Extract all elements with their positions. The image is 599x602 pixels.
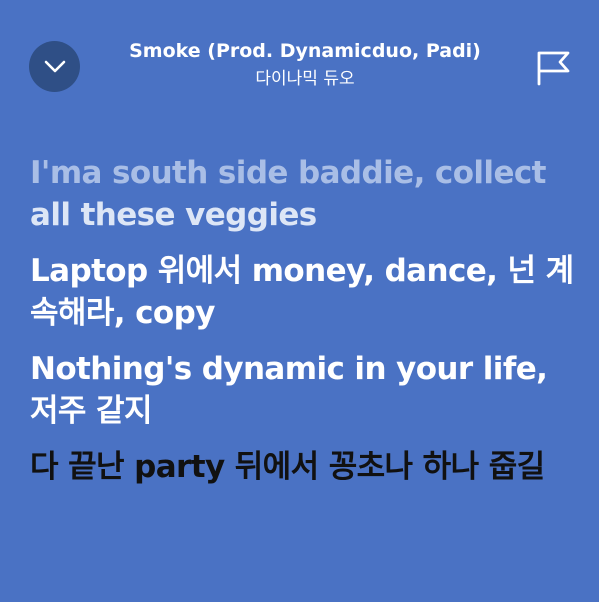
lyric-line[interactable]: Nothing's dynamic in your life, 저주 같지 — [30, 348, 585, 432]
lyrics-panel: I'ma south side baddie, collect all thes… — [30, 152, 585, 502]
track-info: Smoke (Prod. Dynamicduo, Padi) 다이나믹 듀오 — [100, 36, 510, 92]
lyric-upcoming-part: all these veggies — [30, 197, 317, 233]
artist-name: 다이나믹 듀오 — [255, 69, 355, 89]
lyric-line[interactable]: Laptop 위에서 money, dance, 넌 계속해라, copy — [30, 250, 585, 334]
lyric-sung-part: I'ma south side baddie, collect — [30, 155, 546, 191]
flag-icon — [537, 51, 570, 86]
lyric-line[interactable]: 다 끝난 party 뒤에서 꽁초나 하나 줍길 — [30, 446, 585, 488]
player-header: Smoke (Prod. Dynamicduo, Padi) 다이나믹 듀오 — [0, 0, 599, 110]
lyric-line-current[interactable]: I'ma south side baddie, collect all thes… — [30, 152, 585, 236]
chevron-down-icon — [44, 60, 65, 72]
song-title: Smoke (Prod. Dynamicduo, Padi) — [129, 40, 481, 62]
report-lyrics-button[interactable] — [534, 47, 574, 87]
collapse-button[interactable] — [29, 41, 80, 92]
